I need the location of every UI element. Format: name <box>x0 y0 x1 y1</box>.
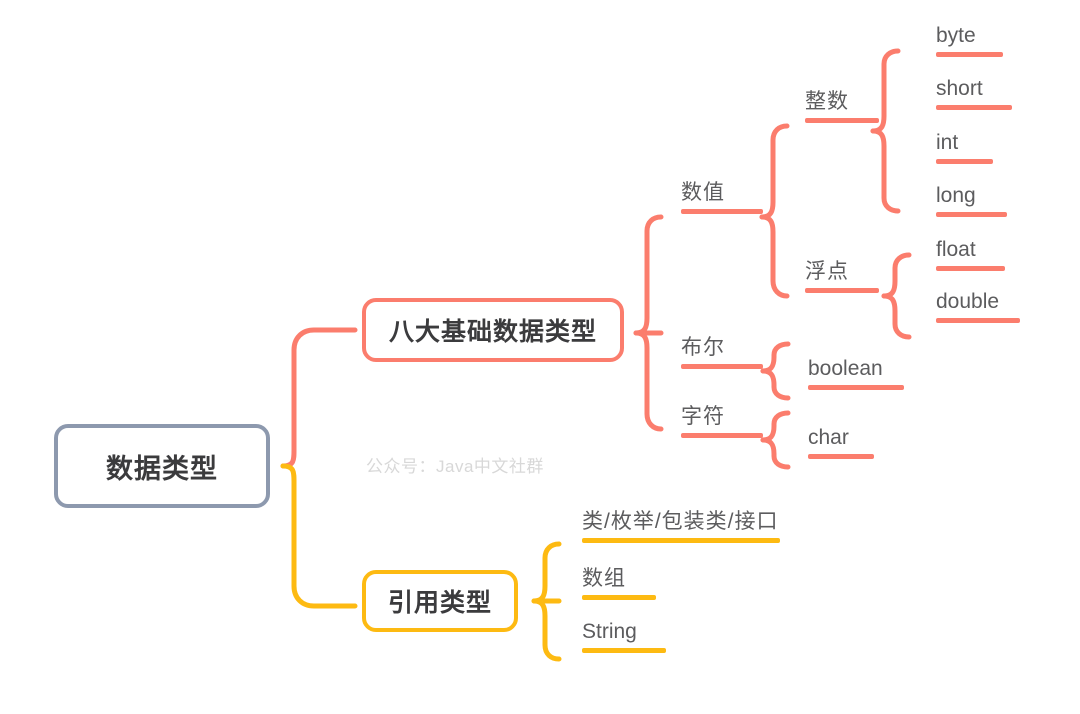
leaf-boolean-underline <box>808 385 904 391</box>
root-brace-upper <box>280 327 358 469</box>
leaf-short[interactable]: short <box>936 77 1012 115</box>
node-char-cn-label: 字符 <box>681 405 725 428</box>
node-numeric-underline <box>681 209 763 215</box>
leaf-float-label: float <box>936 238 976 261</box>
node-floating-label: 浮点 <box>805 260 849 283</box>
leaf-short-label: short <box>936 77 983 100</box>
leaf-short-underline <box>936 105 1012 111</box>
leaf-reference-array-label: 数组 <box>582 567 626 590</box>
boolean-brace-upper <box>760 341 791 374</box>
leaf-int-underline <box>936 159 993 165</box>
leaf-char-label: char <box>808 426 849 449</box>
leaf-boolean[interactable]: boolean <box>808 357 904 395</box>
leaf-boolean-label: boolean <box>808 357 883 380</box>
leaf-byte[interactable]: byte <box>936 24 1003 62</box>
leaf-char[interactable]: char <box>808 426 874 464</box>
node-primitive-label: 八大基础数据类型 <box>388 318 597 346</box>
leaf-long-underline <box>936 212 1007 218</box>
node-numeric[interactable]: 数值 <box>681 181 763 219</box>
leaf-reference-string-label: String <box>582 620 637 643</box>
leaf-reference-array[interactable]: 数组 <box>582 567 656 605</box>
numeric-brace-upper <box>759 123 790 220</box>
node-integer-label: 整数 <box>805 90 849 113</box>
node-floating-underline <box>805 288 879 294</box>
primitive-brace <box>633 214 664 336</box>
node-reference-label: 引用类型 <box>387 589 492 617</box>
node-floating[interactable]: 浮点 <box>805 260 879 298</box>
root-brace-lower <box>280 463 358 609</box>
leaf-long-label: long <box>936 184 976 207</box>
node-root-label: 数据类型 <box>106 453 218 484</box>
floating-brace-lower <box>881 293 912 340</box>
leaf-float[interactable]: float <box>936 238 1005 276</box>
leaf-byte-label: byte <box>936 24 976 47</box>
leaf-reference-class-label: 类/枚举/包装类/接口 <box>582 510 779 533</box>
node-char-cn[interactable]: 字符 <box>681 405 763 443</box>
node-integer[interactable]: 整数 <box>805 90 879 128</box>
floating-brace-upper <box>881 252 912 299</box>
node-boolean-cn-underline <box>681 364 763 370</box>
node-numeric-label: 数值 <box>681 181 725 204</box>
watermark: 公众号：Java中文社群 <box>366 457 544 476</box>
node-boolean-cn[interactable]: 布尔 <box>681 336 763 374</box>
mindmap-canvas: 数据类型 八大基础数据类型 引用类型 数值 布尔 字符 整数 浮点 byte s… <box>0 0 1080 714</box>
leaf-byte-underline <box>936 52 1003 58</box>
char-brace-upper <box>760 410 791 443</box>
leaf-reference-string[interactable]: String <box>582 620 666 658</box>
node-primitive-types[interactable]: 八大基础数据类型 <box>362 298 624 362</box>
node-char-cn-underline <box>681 433 763 439</box>
node-integer-underline <box>805 118 879 124</box>
node-reference-types[interactable]: 引用类型 <box>362 570 518 632</box>
leaf-char-underline <box>808 454 874 460</box>
leaf-long[interactable]: long <box>936 184 1007 222</box>
leaf-reference-class-underline <box>582 538 780 544</box>
char-brace-lower <box>760 437 791 470</box>
reference-brace-upper <box>531 541 562 604</box>
node-boolean-cn-label: 布尔 <box>681 336 725 359</box>
leaf-int[interactable]: int <box>936 131 993 169</box>
leaf-double[interactable]: double <box>936 290 1020 328</box>
leaf-float-underline <box>936 266 1005 272</box>
leaf-reference-array-underline <box>582 595 656 601</box>
leaf-double-label: double <box>936 290 1000 313</box>
node-root-data-type[interactable]: 数据类型 <box>54 424 270 508</box>
primitive-brace-lower <box>633 330 664 432</box>
boolean-brace-lower <box>760 368 791 401</box>
numeric-brace-lower <box>759 214 790 299</box>
leaf-int-label: int <box>936 131 959 154</box>
leaf-reference-string-underline <box>582 648 666 654</box>
integer-brace-lower <box>870 128 901 214</box>
leaf-double-underline <box>936 318 1020 324</box>
leaf-reference-class[interactable]: 类/枚举/包装类/接口 <box>582 510 780 548</box>
reference-brace-lower <box>531 598 562 662</box>
